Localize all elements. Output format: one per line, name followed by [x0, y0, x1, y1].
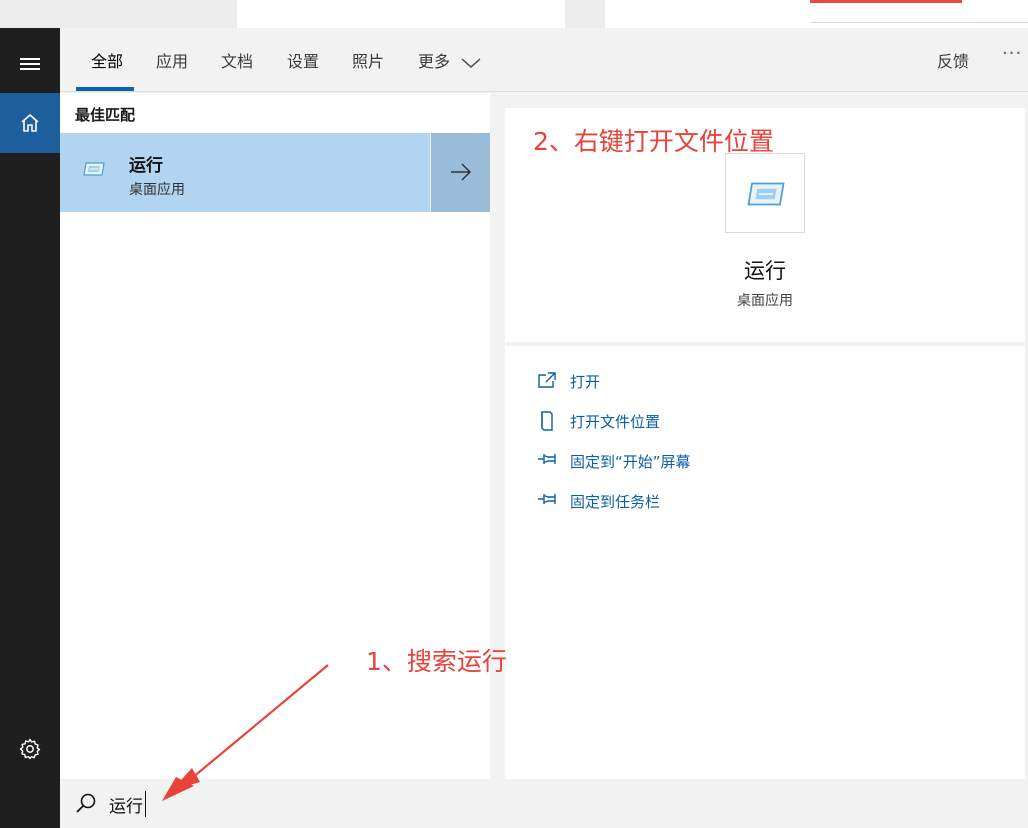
action-open-label: 打开 [570, 373, 601, 391]
preview-actions: 打开 打开文件位置 固定到“开始”屏幕 固定到任务栏 [505, 346, 1025, 779]
open-icon [538, 372, 556, 388]
left-rail [0, 28, 60, 828]
text-caret [145, 791, 146, 817]
best-match-item[interactable]: 运行 桌面应用 [60, 133, 490, 212]
home-button[interactable] [0, 93, 60, 153]
preview-app-icon [725, 153, 805, 233]
background-panel [237, 0, 565, 28]
pin-icon [538, 454, 556, 464]
feedback-button[interactable]: 反馈 [937, 48, 969, 72]
tab-all[interactable]: 全部 [91, 48, 123, 72]
tab-photos[interactable]: 照片 [352, 48, 384, 72]
annotation-arrow [162, 664, 329, 801]
background-accent-line [810, 0, 962, 3]
active-tab-indicator [76, 87, 134, 91]
action-pin-to-taskbar-label: 固定到任务栏 [570, 493, 661, 511]
gear-icon [19, 738, 41, 760]
tab-more[interactable]: 更多 [418, 48, 481, 72]
tab-more-label: 更多 [418, 52, 451, 71]
preview-app-name: 运行 [744, 259, 786, 283]
tab-documents[interactable]: 文档 [221, 48, 253, 72]
run-app-icon [747, 182, 785, 206]
filter-tabs-bar: 全部 应用 文档 设置 照片 更多 反馈 ··· [60, 28, 1028, 92]
annotation-step-1: 1、搜索运行 [366, 647, 507, 676]
search-icon [76, 793, 96, 813]
tab-apps[interactable]: 应用 [156, 48, 188, 72]
chevron-down-icon [461, 57, 481, 68]
home-icon [21, 114, 39, 132]
run-app-icon [83, 162, 105, 176]
pin-icon [538, 494, 556, 504]
hamburger-menu-icon[interactable] [18, 55, 42, 73]
best-match-type: 桌面应用 [129, 182, 185, 198]
action-pin-to-start-label: 固定到“开始”屏幕 [570, 453, 691, 471]
background-divider [810, 22, 1028, 23]
background-panel [605, 0, 1028, 28]
file-location-icon [541, 411, 553, 431]
preview-app-type: 桌面应用 [737, 293, 793, 309]
arrow-right-icon [451, 163, 472, 181]
tab-settings[interactable]: 设置 [287, 48, 319, 72]
action-open-file-location-label: 打开文件位置 [570, 413, 661, 431]
best-match-name: 运行 [129, 156, 163, 176]
annotation-step-2: 2、右键打开文件位置 [533, 127, 774, 156]
expand-preview-button[interactable] [430, 133, 490, 212]
more-options-button[interactable]: ··· [1002, 43, 1022, 64]
section-title: 最佳匹配 [75, 106, 136, 124]
background-window [0, 0, 1028, 28]
settings-button[interactable] [18, 737, 42, 761]
